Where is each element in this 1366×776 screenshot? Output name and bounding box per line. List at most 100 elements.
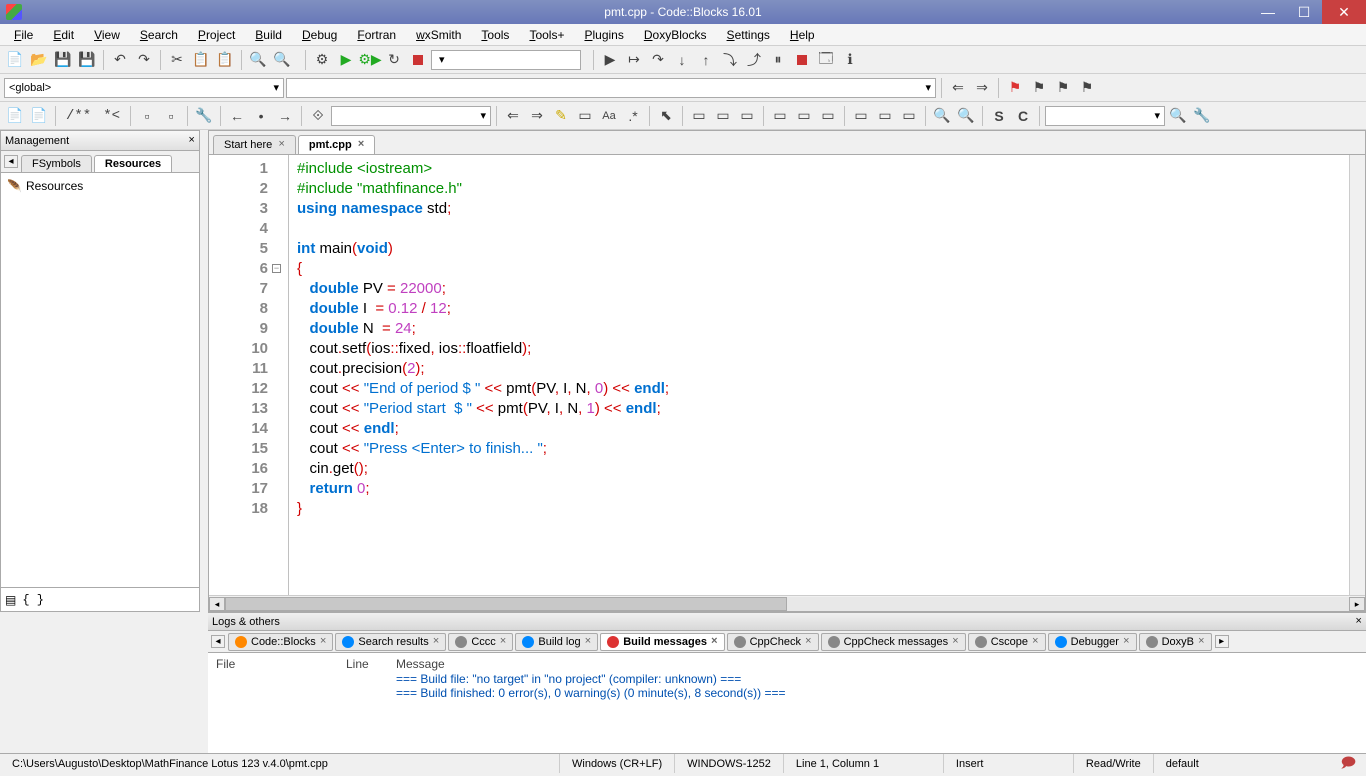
- new-file-icon[interactable]: 📄: [4, 49, 26, 71]
- shape5-icon[interactable]: ▭: [793, 105, 815, 127]
- minimize-button[interactable]: —: [1250, 0, 1286, 24]
- build-target-dropdown[interactable]: ▾: [431, 50, 581, 70]
- shape6-icon[interactable]: ▭: [817, 105, 839, 127]
- highlight-icon[interactable]: ✎: [550, 105, 572, 127]
- run-doxy-icon[interactable]: ▫: [136, 105, 158, 127]
- cursor-icon[interactable]: ⬉: [655, 105, 677, 127]
- open-file-icon[interactable]: 📂: [28, 49, 50, 71]
- code-line[interactable]: return 0;: [297, 479, 1349, 499]
- menu-search[interactable]: Search: [130, 26, 188, 44]
- menu-settings[interactable]: Settings: [717, 26, 780, 44]
- shape1-icon[interactable]: ▭: [688, 105, 710, 127]
- rebuild-icon[interactable]: ↻: [383, 49, 405, 71]
- code-line[interactable]: }: [297, 499, 1349, 519]
- menu-help[interactable]: Help: [780, 26, 825, 44]
- notification-icon[interactable]: 🗩: [1340, 752, 1356, 776]
- bookmark-prev-icon[interactable]: ⚑: [1028, 77, 1050, 99]
- nav-fwd-icon[interactable]: →: [274, 105, 296, 127]
- paste-icon[interactable]: 📋: [214, 49, 236, 71]
- zoom-out-icon[interactable]: 🔍: [955, 105, 977, 127]
- code-line[interactable]: cout << "Press <Enter> to finish... ";: [297, 439, 1349, 459]
- comment-block-button[interactable]: /**: [61, 105, 96, 127]
- menu-toolsplus[interactable]: Tools+: [519, 26, 574, 44]
- copy-icon[interactable]: 📋: [190, 49, 212, 71]
- bookmark-clear-icon[interactable]: ⚑: [1076, 77, 1098, 99]
- menu-project[interactable]: Project: [188, 26, 245, 44]
- menu-wxsmith[interactable]: wxSmith: [406, 26, 471, 44]
- code-line[interactable]: {: [297, 259, 1349, 279]
- code-line[interactable]: #include "mathfinance.h": [297, 179, 1349, 199]
- logs-content[interactable]: File Line Message === Build file: "no ta…: [208, 653, 1366, 753]
- step-instr-icon[interactable]: ⤴: [743, 49, 765, 71]
- braces-icon[interactable]: { }: [22, 593, 44, 607]
- nav-back-icon[interactable]: ←: [226, 105, 248, 127]
- select-prev-icon[interactable]: ⇐: [502, 105, 524, 127]
- shape4-icon[interactable]: ▭: [769, 105, 791, 127]
- logs-tab-cccc[interactable]: Cccc×: [448, 633, 513, 651]
- shape8-icon[interactable]: ▭: [874, 105, 896, 127]
- logs-tab-close-icon[interactable]: ×: [500, 636, 507, 648]
- last-jump-icon[interactable]: ⟐: [307, 105, 329, 127]
- jump-fwd-icon[interactable]: ⇒: [971, 77, 993, 99]
- menu-edit[interactable]: Edit: [43, 26, 84, 44]
- code-line[interactable]: double N = 24;: [297, 319, 1349, 339]
- tree-root-item[interactable]: 🪶 Resources: [5, 177, 195, 195]
- menu-debug[interactable]: Debug: [292, 26, 347, 44]
- bookmark-next-icon[interactable]: ⚑: [1052, 77, 1074, 99]
- menu-plugins[interactable]: Plugins: [574, 26, 633, 44]
- abort-icon[interactable]: [407, 49, 429, 71]
- code-line[interactable]: cout << endl;: [297, 419, 1349, 439]
- logs-tab-cscope[interactable]: Cscope×: [968, 633, 1046, 651]
- toggle-header-icon[interactable]: 📄: [28, 105, 50, 127]
- logs-tab-close-icon[interactable]: ×: [952, 636, 959, 648]
- break-icon[interactable]: ⏸: [767, 49, 789, 71]
- scroll-left-icon[interactable]: ◂: [209, 597, 225, 611]
- shape3-icon[interactable]: ▭: [736, 105, 758, 127]
- list-view-icon[interactable]: ▤: [5, 593, 16, 607]
- menu-fortran[interactable]: Fortran: [347, 26, 406, 44]
- c-icon[interactable]: C: [1012, 105, 1034, 127]
- stop-debug-icon[interactable]: [791, 49, 813, 71]
- horizontal-scrollbar[interactable]: ◂ ▸: [209, 595, 1365, 611]
- code-line[interactable]: cout.setf(ios::fixed, ios::floatfield);: [297, 339, 1349, 359]
- step-into-icon[interactable]: ↓: [671, 49, 693, 71]
- code-line[interactable]: double PV = 22000;: [297, 279, 1349, 299]
- code-line[interactable]: cout.precision(2);: [297, 359, 1349, 379]
- tab-resources[interactable]: Resources: [94, 155, 172, 172]
- run-icon[interactable]: ▶: [335, 49, 357, 71]
- s-icon[interactable]: S: [988, 105, 1010, 127]
- tab-close-icon[interactable]: ×: [278, 139, 285, 151]
- editor-tab-start-here[interactable]: Start here×: [213, 135, 296, 154]
- maximize-button[interactable]: ☐: [1286, 0, 1322, 24]
- logs-tab-doxyb[interactable]: DoxyB×: [1139, 633, 1212, 651]
- shape7-icon[interactable]: ▭: [850, 105, 872, 127]
- tab-fsymbols[interactable]: FSymbols: [21, 155, 92, 172]
- replace-icon[interactable]: 🔍: [271, 49, 293, 71]
- menu-build[interactable]: Build: [245, 26, 292, 44]
- logs-tab-search-results[interactable]: Search results×: [335, 633, 446, 651]
- mgmt-tab-left-icon[interactable]: ◂: [4, 155, 18, 168]
- build-run-icon[interactable]: ⚙▶: [359, 49, 381, 71]
- menu-tools[interactable]: Tools: [471, 26, 519, 44]
- logs-tab-close-icon[interactable]: ×: [1032, 636, 1039, 648]
- logs-tab-close-icon[interactable]: ×: [1198, 636, 1205, 648]
- management-close-icon[interactable]: ×: [188, 135, 195, 147]
- logs-tab-debugger[interactable]: Debugger×: [1048, 633, 1137, 651]
- selection-icon[interactable]: ▭: [574, 105, 596, 127]
- debug-info-icon[interactable]: ℹ: [839, 49, 861, 71]
- save-icon[interactable]: 💾: [52, 49, 74, 71]
- logs-tab-close-icon[interactable]: ×: [320, 636, 327, 648]
- bookmark-toggle-icon[interactable]: ⚑: [1004, 77, 1026, 99]
- code-line[interactable]: cout << "Period start $ " << pmt(PV, I, …: [297, 399, 1349, 419]
- code-line[interactable]: cin.get();: [297, 459, 1349, 479]
- logs-tab-close-icon[interactable]: ×: [1123, 636, 1130, 648]
- logs-tab-right-icon[interactable]: ▸: [1215, 635, 1229, 648]
- menu-view[interactable]: View: [84, 26, 130, 44]
- logs-tab-close-icon[interactable]: ×: [805, 636, 812, 648]
- code-line[interactable]: using namespace std;: [297, 199, 1349, 219]
- jump-back-icon[interactable]: ⇐: [947, 77, 969, 99]
- logs-tab-cppcheck[interactable]: CppCheck×: [727, 633, 819, 651]
- undo-icon[interactable]: ↶: [109, 49, 131, 71]
- logs-tab-build-log[interactable]: Build log×: [515, 633, 598, 651]
- code-editor[interactable]: #include <iostream>#include "mathfinance…: [289, 155, 1349, 595]
